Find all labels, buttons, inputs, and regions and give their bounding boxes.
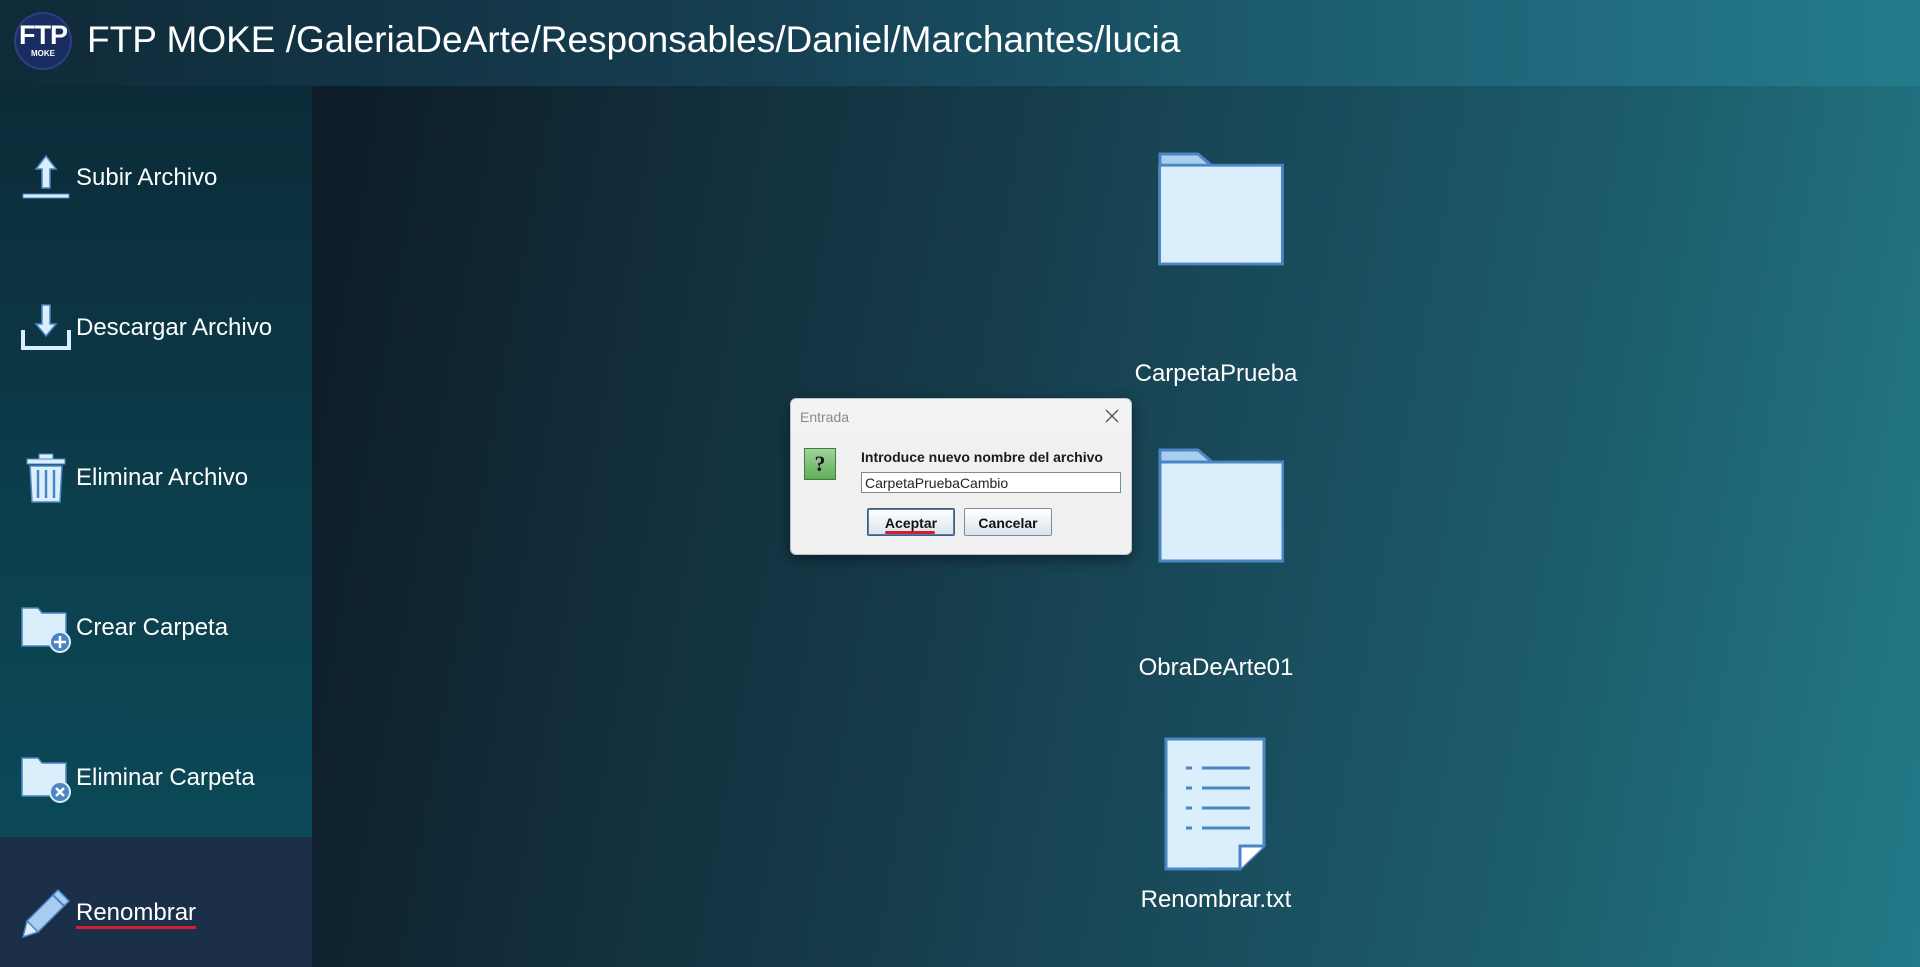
sidebar-item-label: Descargar Archivo: [76, 314, 273, 341]
file-item-folder[interactable]: CarpetaPrueba: [1116, 150, 1316, 387]
sidebar: Subir Archivo Descargar Archivo Eliminar…: [0, 86, 312, 967]
download-icon: [21, 304, 71, 350]
folder-delete-icon: [21, 757, 71, 803]
new-name-input[interactable]: [861, 472, 1121, 493]
sidebar-item-delete-file[interactable]: Eliminar Archivo: [0, 403, 312, 553]
file-item-folder[interactable]: ObraDeArte01: [1116, 446, 1316, 681]
dialog-message: Introduce nuevo nombre del archivo: [861, 449, 1103, 465]
accept-underline-mark: [885, 531, 935, 534]
sidebar-item-label: Subir Archivo: [76, 164, 218, 191]
sidebar-item-label: Eliminar Archivo: [76, 464, 249, 491]
app-header: FTP MOKE FTP MOKE /GaleriaDeArte/Respons…: [0, 0, 1920, 86]
file-item-text[interactable]: Renombrar.txt: [1116, 736, 1316, 916]
folder-icon: [1158, 448, 1284, 563]
sidebar-item-create-folder[interactable]: Crear Carpeta: [0, 553, 312, 703]
folder-add-icon: [21, 607, 71, 653]
trash-icon: [26, 453, 66, 503]
sidebar-item-delete-folder[interactable]: Eliminar Carpeta: [0, 703, 312, 853]
rename-dialog: Entrada ? Introduce nuevo nombre del arc…: [790, 398, 1132, 555]
sidebar-item-label: Renombrar: [76, 899, 197, 926]
sidebar-item-upload[interactable]: Subir Archivo: [0, 103, 312, 253]
cancel-button[interactable]: Cancelar: [964, 508, 1052, 536]
file-name: ObraDeArte01: [1138, 654, 1294, 681]
logo-subtext: MOKE: [31, 49, 55, 58]
logo-text: FTP: [19, 20, 68, 50]
dialog-title: Entrada: [800, 409, 850, 425]
pencil-icon: [21, 888, 71, 939]
close-icon[interactable]: [1101, 405, 1123, 427]
folder-icon: [1158, 152, 1284, 266]
path-title: FTP MOKE /GaleriaDeArte/Responsables/Dan…: [87, 19, 1181, 60]
sidebar-item-rename[interactable]: Renombrar: [0, 837, 312, 967]
sidebar-item-label: Crear Carpeta: [76, 614, 229, 641]
sidebar-item-download[interactable]: Descargar Archivo: [0, 253, 312, 403]
upload-icon: [22, 154, 70, 199]
app-logo: FTP MOKE: [14, 12, 72, 70]
text-file-icon: [1164, 737, 1266, 871]
question-icon: ?: [804, 448, 836, 480]
file-name: CarpetaPrueba: [1134, 360, 1298, 387]
dialog-titlebar: Entrada: [791, 399, 1131, 433]
file-name: Renombrar.txt: [1140, 886, 1292, 913]
sidebar-item-label: Eliminar Carpeta: [76, 764, 255, 791]
